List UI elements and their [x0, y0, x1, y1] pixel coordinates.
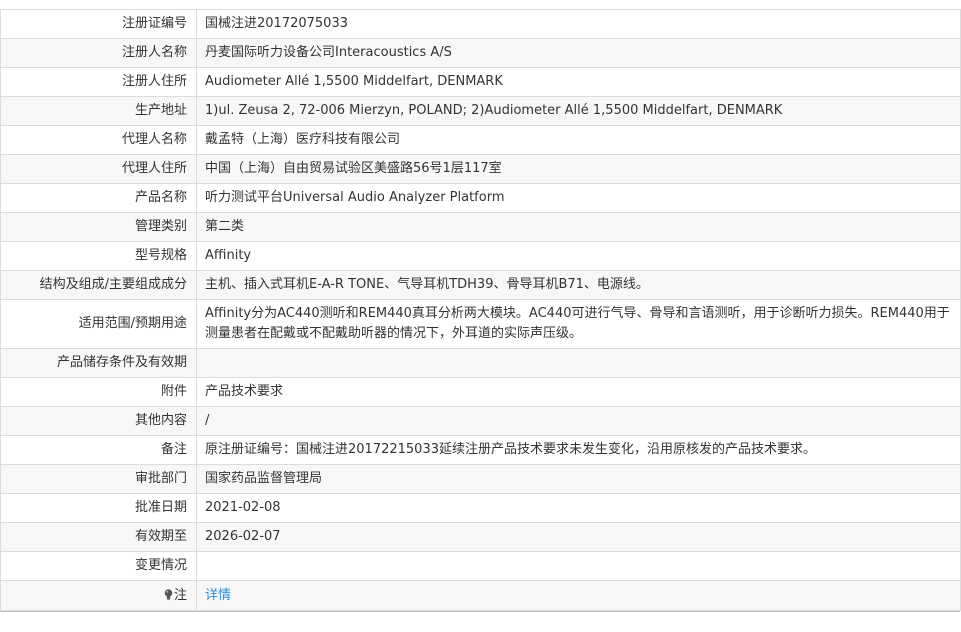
row-agent-address: 代理人住所 中国（上海）自由贸易试验区美盛路56号1层117室	[0, 154, 961, 184]
row-value: 中国（上海）自由贸易试验区美盛路56号1层117室	[196, 154, 961, 184]
row-value: 产品技术要求	[196, 377, 961, 407]
row-label: 有效期至	[0, 522, 197, 552]
registration-detail-table: 注册证编号 国械注进20172075033 注册人名称 丹麦国际听力设备公司In…	[0, 9, 961, 611]
row-production-address: 生产地址 1)ul. Zeusa 2, 72-006 Mierzyn, POLA…	[0, 96, 961, 126]
row-approval-department: 审批部门 国家药品监督管理局	[0, 464, 961, 494]
row-registration-number: 注册证编号 国械注进20172075033	[0, 9, 961, 39]
row-valid-until: 有效期至 2026-02-07	[0, 522, 961, 552]
row-model-spec: 型号规格 Affinity	[0, 241, 961, 271]
row-intended-use: 适用范围/预期用途 Affinity分为AC440测听和REM440真耳分析两大…	[0, 299, 961, 349]
row-label: 注册人住所	[0, 67, 197, 97]
row-label: 其他内容	[0, 406, 197, 436]
table-bottom-border	[0, 611, 960, 612]
row-other-content: 其他内容 /	[0, 406, 961, 436]
row-value	[196, 348, 961, 378]
row-change-status: 变更情况	[0, 551, 961, 581]
row-approval-date: 批准日期 2021-02-08	[0, 493, 961, 523]
row-value: 第二类	[196, 212, 961, 242]
row-label: 注册人名称	[0, 38, 197, 68]
row-label: 产品储存条件及有效期	[0, 348, 197, 378]
row-product-name: 产品名称 听力测试平台Universal Audio Analyzer Plat…	[0, 183, 961, 213]
row-registrant-name: 注册人名称 丹麦国际听力设备公司Interacoustics A/S	[0, 38, 961, 68]
row-label: 适用范围/预期用途	[0, 299, 197, 349]
row-label: 批准日期	[0, 493, 197, 523]
row-value: /	[196, 406, 961, 436]
row-label: 管理类别	[0, 212, 197, 242]
row-label: 变更情况	[0, 551, 197, 581]
row-remarks: 备注 原注册证编号：国械注进20172215033延续注册产品技术要求未发生变化…	[0, 435, 961, 465]
row-label: 代理人名称	[0, 125, 197, 155]
row-registrant-address: 注册人住所 Audiometer Allé 1,5500 Middelfart,…	[0, 67, 961, 97]
row-label: 审批部门	[0, 464, 197, 494]
row-value: 戴孟特（上海）医疗科技有限公司	[196, 125, 961, 155]
row-value: 2021-02-08	[196, 493, 961, 523]
details-link[interactable]: 详情	[205, 588, 231, 603]
row-storage-conditions: 产品储存条件及有效期	[0, 348, 961, 378]
row-note: 注 详情	[0, 580, 961, 611]
row-label: 产品名称	[0, 183, 197, 213]
row-label: 附件	[0, 377, 197, 407]
row-label: 备注	[0, 435, 197, 465]
row-value: Affinity分为AC440测听和REM440真耳分析两大模块。AC440可进…	[196, 299, 961, 349]
row-agent-name: 代理人名称 戴孟特（上海）医疗科技有限公司	[0, 125, 961, 155]
row-management-class: 管理类别 第二类	[0, 212, 961, 242]
row-value: 原注册证编号：国械注进20172215033延续注册产品技术要求未发生变化，沿用…	[196, 435, 961, 465]
row-label: 型号规格	[0, 241, 197, 271]
row-value: 听力测试平台Universal Audio Analyzer Platform	[196, 183, 961, 213]
row-value: 国械注进20172075033	[196, 9, 961, 39]
row-attachment: 附件 产品技术要求	[0, 377, 961, 407]
row-value: 2026-02-07	[196, 522, 961, 552]
note-label: 注	[173, 587, 187, 603]
bulb-icon	[164, 588, 173, 600]
row-structure-composition: 结构及组成/主要组成成分 主机、插入式耳机E-A-R TONE、气导耳机TDH3…	[0, 270, 961, 300]
row-value: 丹麦国际听力设备公司Interacoustics A/S	[196, 38, 961, 68]
row-label: 结构及组成/主要组成成分	[0, 270, 197, 300]
row-value: 主机、插入式耳机E-A-R TONE、气导耳机TDH39、骨导耳机B71、电源线…	[196, 270, 961, 300]
row-label: 代理人住所	[0, 154, 197, 184]
row-label: 注	[0, 580, 197, 611]
row-value: 详情	[196, 580, 961, 611]
row-value: Audiometer Allé 1,5500 Middelfart, DENMA…	[196, 67, 961, 97]
row-label: 注册证编号	[0, 9, 197, 39]
row-value: 国家药品监督管理局	[196, 464, 961, 494]
row-value: Affinity	[196, 241, 961, 271]
row-value	[196, 551, 961, 581]
row-value: 1)ul. Zeusa 2, 72-006 Mierzyn, POLAND; 2…	[196, 96, 961, 126]
row-label: 生产地址	[0, 96, 197, 126]
